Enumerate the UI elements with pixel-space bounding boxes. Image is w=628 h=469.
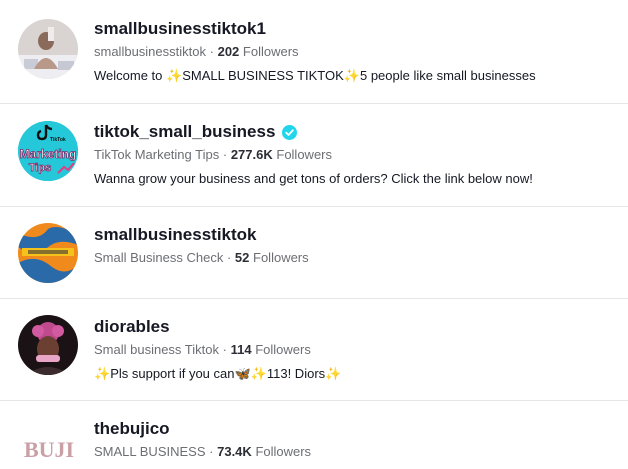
username[interactable]: smallbusinesstiktok1	[94, 19, 618, 39]
bio-text: Welcome to	[94, 68, 167, 83]
followers-label: Followers	[242, 44, 299, 59]
avatar[interactable]	[18, 315, 78, 375]
buji-logo-avatar-icon: BUJI	[18, 415, 78, 469]
person-photo-avatar-icon	[18, 19, 78, 79]
user-meta: smallbusinesstiktok · 202 Followers	[94, 44, 618, 60]
bio-text: 5 people like small businesses	[359, 68, 536, 83]
nickname: TikTok Marketing Tips	[94, 147, 220, 162]
bio: Wanna grow your business and get tons of…	[94, 171, 533, 186]
marketing-tips-avatar-icon: TikTok Marketing Tips	[18, 121, 78, 181]
sparkles-icon: ✨	[94, 366, 111, 381]
user-meta: Small business Tiktok · 114 Followers	[94, 342, 618, 358]
avatar-text: BUJI	[24, 437, 74, 462]
search-results-list: smallbusinesstiktok1 smallbusinesstiktok…	[0, 0, 628, 469]
bio: Welcome to ✨SMALL BUSINESS TIKTOK✨5 peop…	[94, 68, 618, 84]
nickname: Small business Tiktok	[94, 342, 219, 357]
orange-blue-logo-avatar-icon	[18, 223, 78, 283]
nickname: SMALL BUSINESS	[94, 444, 206, 459]
sparkles-icon: ✨	[250, 366, 267, 381]
followers-label: Followers	[253, 250, 309, 265]
user-result-row[interactable]: smallbusinesstiktok Small Business Check…	[0, 207, 628, 299]
verified-badge-icon	[282, 124, 298, 140]
user-result-row[interactable]: TikTok Marketing Tips tiktok_small_busin…	[0, 104, 628, 207]
sparkles-icon: ✨	[343, 68, 360, 83]
separator: ·	[222, 342, 227, 357]
user-result-row[interactable]: BUJI thebujico SMALL BUSINESS · 73.4K Fo…	[0, 401, 628, 469]
nickname: smallbusinesstiktok	[94, 44, 206, 59]
follower-count: 277.6K	[230, 147, 273, 162]
separator: ·	[209, 444, 214, 459]
sparkles-icon: ✨	[325, 366, 342, 381]
followers-label: Followers	[255, 342, 311, 357]
user-result-row[interactable]: smallbusinesstiktok1 smallbusinesstiktok…	[0, 0, 628, 104]
follower-count: 73.4K	[217, 444, 252, 459]
pink-hair-avatar-icon	[18, 315, 78, 375]
follower-count: 114	[230, 342, 252, 357]
avatar[interactable]: BUJI	[18, 415, 78, 469]
follower-count: 202	[217, 44, 240, 59]
separator: ·	[222, 147, 228, 162]
user-meta: TikTok Marketing Tips · 277.6K Followers	[94, 147, 618, 163]
avatar-text: Marketing	[20, 147, 77, 161]
butterfly-icon: 🦋	[234, 366, 251, 381]
user-result-row[interactable]: diorables Small business Tiktok · 114 Fo…	[0, 299, 628, 401]
follower-count: 52	[234, 250, 250, 265]
username[interactable]: thebujico	[94, 419, 618, 439]
username[interactable]: tiktok_small_business	[94, 122, 275, 142]
avatar[interactable]	[18, 19, 78, 79]
username[interactable]: diorables	[94, 317, 618, 337]
nickname: Small Business Check	[94, 250, 224, 265]
avatar[interactable]	[18, 223, 78, 283]
avatar-text: TikTok	[50, 137, 66, 143]
user-meta: SMALL BUSINESS · 73.4K Followers	[94, 444, 618, 460]
user-meta: Small Business Check · 52 Followers	[94, 250, 618, 266]
separator: ·	[226, 250, 232, 265]
followers-label: Followers	[276, 147, 332, 162]
followers-label: Followers	[255, 444, 312, 459]
username[interactable]: smallbusinesstiktok	[94, 225, 618, 245]
bio: ✨Pls support if you can🦋✨113! Diors✨	[94, 366, 618, 382]
bio-text: SMALL BUSINESS TIKTOK	[182, 68, 344, 83]
username-row: tiktok_small_business	[94, 122, 618, 142]
avatar-text: Tips	[29, 162, 51, 174]
separator: ·	[209, 44, 214, 59]
avatar[interactable]: TikTok Marketing Tips	[18, 121, 78, 181]
bio-text: 113! Diors	[266, 366, 326, 381]
bio-text: Pls support if you can	[110, 366, 235, 381]
sparkles-icon: ✨	[166, 68, 183, 83]
